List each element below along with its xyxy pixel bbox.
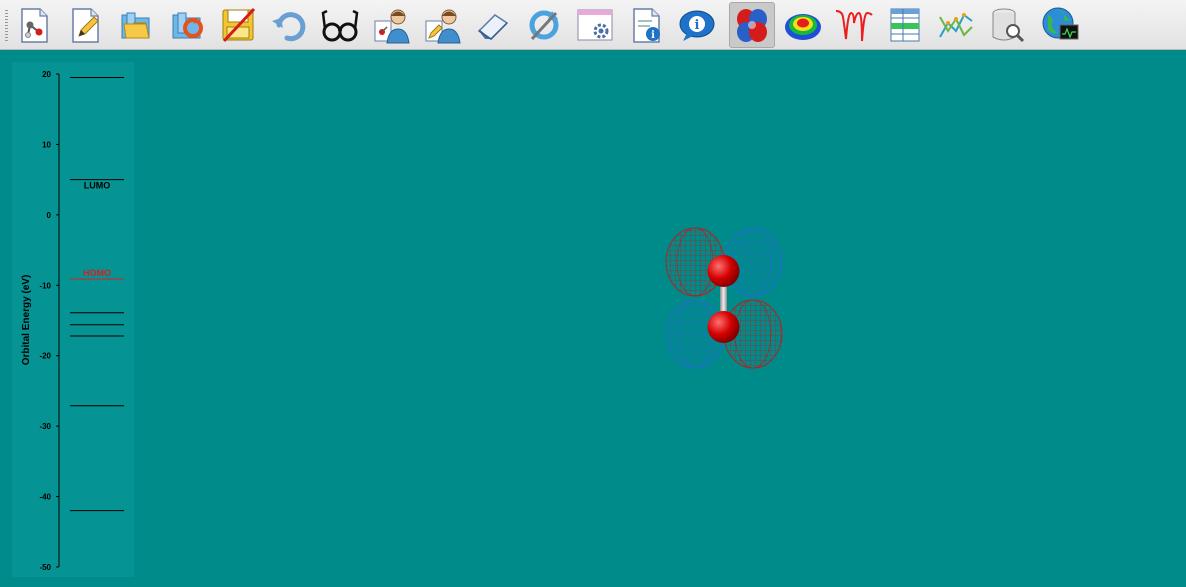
svg-text:i: i (651, 30, 655, 41)
window-settings-button[interactable] (572, 2, 618, 48)
molecule-viewer[interactable] (620, 210, 830, 390)
document-info-icon: i (633, 8, 660, 43)
axis-tick-label: 10 (42, 140, 51, 149)
spectrum-peaks-icon (835, 10, 873, 42)
spectrum-button[interactable] (831, 2, 877, 48)
axis-tick-label: -50 (39, 563, 51, 572)
molecule-builder-button[interactable] (11, 2, 57, 48)
user-edit-icon (425, 9, 461, 44)
axis-label: Orbital Energy (eV) (21, 275, 32, 366)
globe-monitor-icon (1042, 7, 1079, 40)
user-molecule-button[interactable] (368, 2, 414, 48)
axis-tick-label: -40 (39, 493, 51, 502)
axis-tick-label: 0 (47, 211, 52, 220)
svg-text:i: i (695, 18, 700, 33)
info-bubble-icon: i (679, 10, 715, 41)
axis-tick-label: -20 (39, 352, 51, 361)
eraser-button[interactable] (470, 2, 516, 48)
save-disk-icon (222, 7, 256, 43)
refresh-icon (529, 10, 559, 41)
undo-button[interactable] (266, 2, 312, 48)
reopen-file-button[interactable] (164, 2, 210, 48)
orbital-energy-diagram[interactable]: 20 10 0 -10 -20 -30 -40 -50 Orbital Energy (eV)… (12, 62, 134, 577)
database-search-icon (992, 8, 1025, 43)
plot-button[interactable] (933, 2, 979, 48)
energy-levels (70, 77, 124, 512)
density-surface-button[interactable] (780, 2, 826, 48)
web-monitor-button[interactable] (1037, 2, 1083, 48)
edit-document-icon (72, 8, 99, 43)
eraser-icon (477, 14, 509, 40)
view-button[interactable] (317, 2, 363, 48)
oxygen-atom-top (707, 255, 740, 287)
info-button[interactable]: i (674, 2, 720, 48)
refresh-button[interactable] (521, 2, 567, 48)
orbital-lobes-icon (737, 9, 767, 42)
window-gear-icon (577, 9, 613, 41)
axis-tick-label: -10 (39, 281, 51, 290)
open-folder-icon (121, 12, 150, 39)
user-edit-button[interactable] (419, 2, 465, 48)
molecular-orbital-render (665, 227, 783, 369)
open-file-button[interactable] (113, 2, 159, 48)
toolbar-grip[interactable] (5, 10, 8, 42)
molecule-document-icon (21, 8, 48, 43)
homo-label: HOMO (83, 268, 111, 278)
axis-tick-label: -30 (39, 422, 51, 431)
density-map-icon (785, 14, 821, 40)
user-molecule-icon (374, 9, 410, 44)
table-grid-icon (890, 8, 920, 42)
database-search-button[interactable] (984, 2, 1030, 48)
axis-tick-label: 20 (42, 70, 51, 79)
save-file-button[interactable] (215, 2, 261, 48)
orbitals-button[interactable] (729, 2, 775, 48)
axis-ticks: 20 10 0 -10 -20 -30 -40 -50 (39, 70, 59, 572)
undo-arrow-icon (272, 12, 306, 42)
edit-input-button[interactable] (62, 2, 108, 48)
oxygen-atom-bottom (707, 311, 740, 343)
table-button[interactable] (882, 2, 928, 48)
glasses-icon (321, 9, 359, 42)
lumo-label: LUMO (84, 181, 111, 191)
document-info-button[interactable]: i (623, 2, 669, 48)
main-toolbar: i i (0, 0, 1186, 50)
scatter-plot-icon (939, 13, 973, 38)
orbital-energy-panel: 20 10 0 -10 -20 -30 -40 -50 Orbital Energy (eV)… (12, 62, 134, 577)
reload-folder-icon (172, 12, 203, 39)
